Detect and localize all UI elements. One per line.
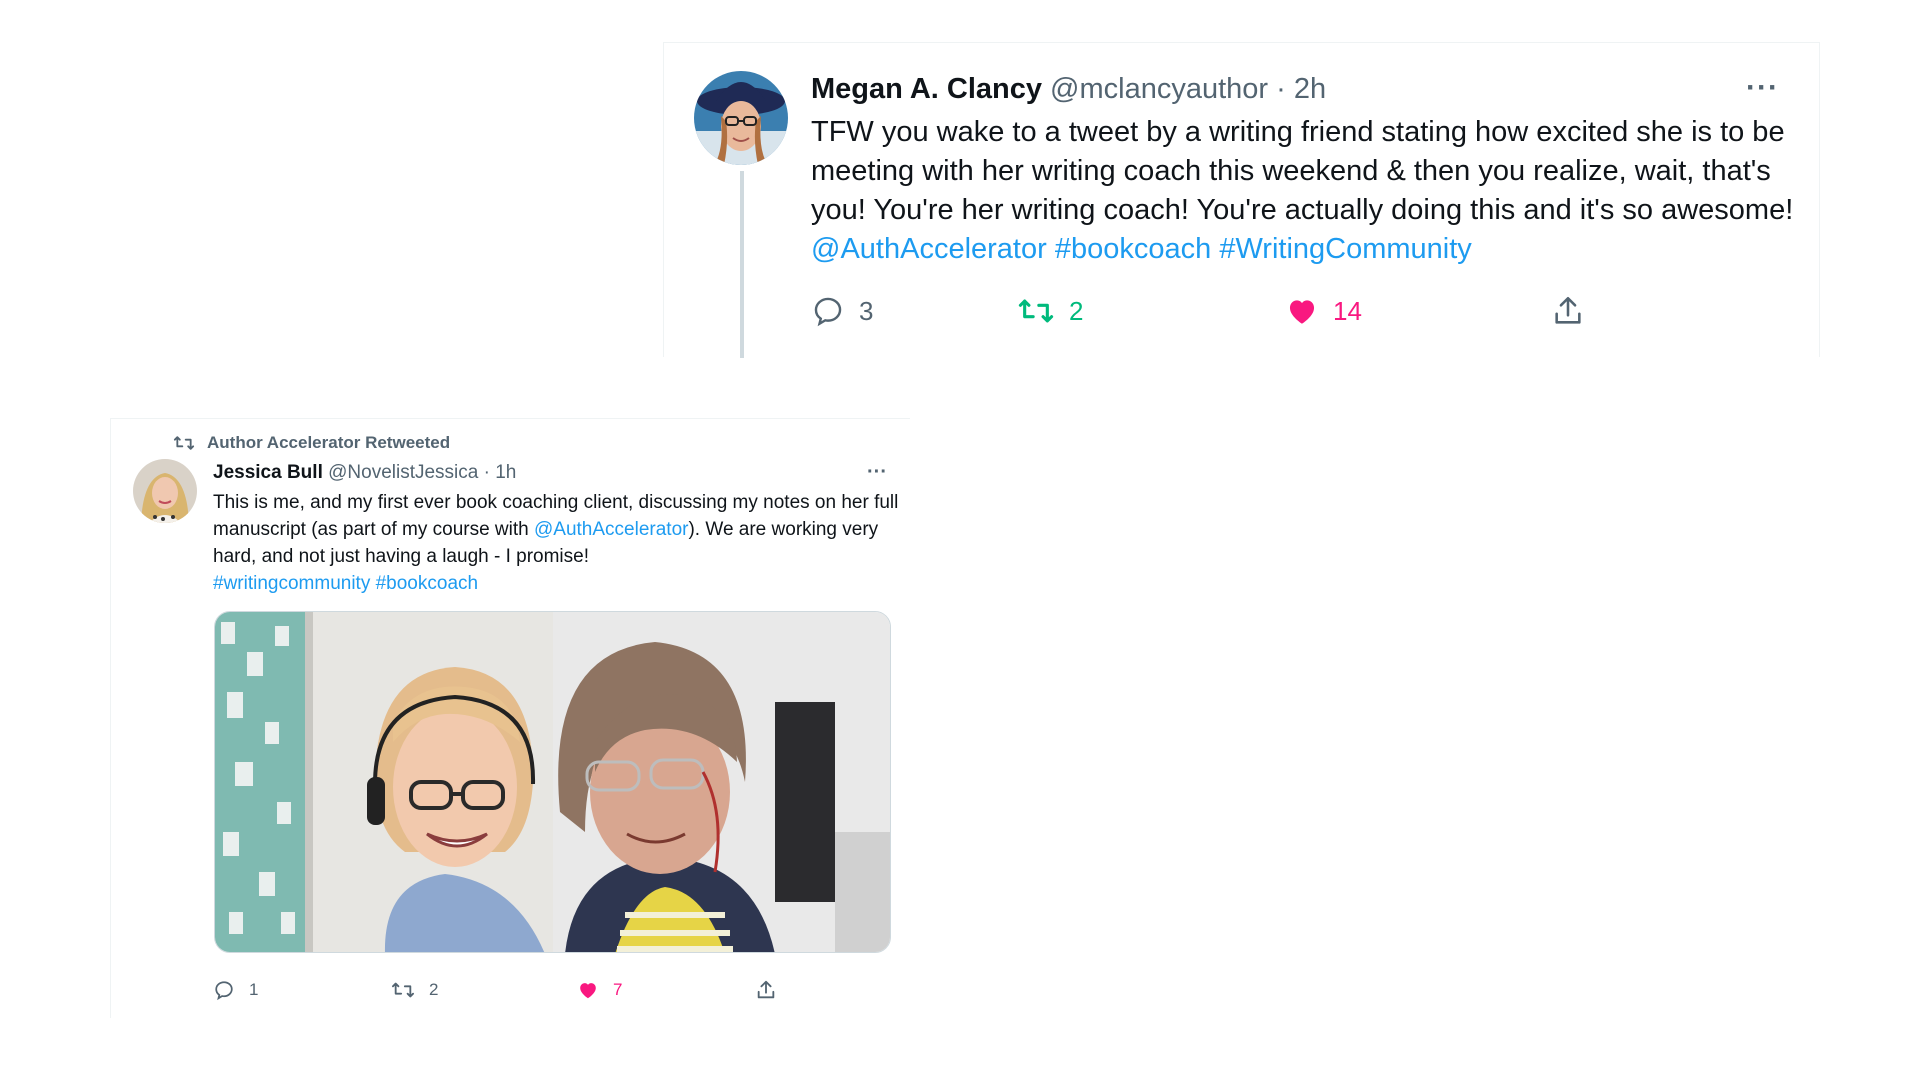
like-count: 14 — [1333, 295, 1362, 326]
timestamp[interactable]: 1h — [495, 462, 516, 483]
mention-link[interactable]: @AuthAccelerator — [811, 233, 1047, 265]
tweet-text: This is me, and my first ever book coach… — [213, 489, 903, 597]
retweet-icon — [1018, 299, 1054, 323]
share-button[interactable] — [1551, 289, 1585, 333]
tweet-header: Megan A. Clancy @mclancyauthor · 2h — [811, 71, 1326, 107]
tweet-media-photo[interactable] — [214, 611, 891, 953]
reply-icon — [814, 297, 842, 327]
reply-button[interactable]: 1 — [213, 975, 258, 1005]
thread-line — [740, 171, 744, 358]
reply-count: 3 — [859, 295, 874, 326]
tweet-jessica-bull[interactable]: Author Accelerator Retweeted Jessica Bul… — [110, 418, 910, 1018]
tweet-actions: 3 2 14 — [811, 289, 1631, 333]
like-button[interactable]: 7 — [577, 975, 622, 1005]
tweet-header: Jessica Bull @NovelistJessica · 1h — [213, 461, 516, 485]
tweet-actions: 1 2 7 — [213, 975, 813, 1005]
like-icon — [580, 983, 596, 999]
author-name[interactable]: Jessica Bull — [213, 462, 323, 483]
share-button[interactable] — [755, 975, 777, 1005]
reply-count: 1 — [249, 980, 259, 999]
mention-link[interactable]: @AuthAccelerator — [534, 519, 688, 540]
reply-icon — [215, 981, 233, 1001]
separator: · — [1276, 73, 1286, 105]
separator: · — [483, 462, 490, 483]
author-handle[interactable]: @mclancyauthor — [1050, 73, 1268, 105]
avatar-jessica[interactable] — [133, 459, 197, 523]
tweet-text-plain: TFW you wake to a tweet by a writing fri… — [811, 116, 1794, 226]
author-name[interactable]: Megan A. Clancy — [811, 73, 1042, 105]
hashtag-bookcoach[interactable]: #bookcoach — [1055, 233, 1211, 265]
like-count: 7 — [613, 980, 623, 999]
more-icon[interactable]: ··· — [867, 461, 887, 484]
retweet-button[interactable]: 2 — [391, 975, 438, 1005]
share-icon — [1555, 296, 1581, 324]
retweeted-by-text[interactable]: Author Accelerator Retweeted — [207, 433, 450, 453]
screenshot-canvas: Megan A. Clancy @mclancyauthor · 2h ··· … — [0, 0, 1920, 1080]
retweet-button[interactable]: 2 — [1017, 289, 1083, 333]
reply-button[interactable]: 3 — [811, 289, 873, 333]
like-button[interactable]: 14 — [1285, 289, 1362, 333]
retweet-icon — [391, 982, 414, 998]
hashtag-writingcommunity[interactable]: #writingcommunity — [213, 573, 370, 594]
avatar-megan[interactable] — [694, 71, 788, 165]
retweet-count: 2 — [429, 980, 439, 999]
like-icon — [1289, 300, 1315, 324]
hashtag-writingcommunity[interactable]: #WritingCommunity — [1219, 233, 1471, 265]
hashtag-bookcoach[interactable]: #bookcoach — [376, 573, 478, 594]
tweet-text: TFW you wake to a tweet by a writing fri… — [811, 113, 1801, 269]
retweeted-icon — [173, 436, 195, 450]
more-icon[interactable]: ··· — [1746, 73, 1779, 103]
timestamp[interactable]: 2h — [1294, 73, 1326, 105]
tweet-megan-clancy[interactable]: Megan A. Clancy @mclancyauthor · 2h ··· … — [663, 42, 1820, 358]
share-icon — [757, 980, 775, 999]
retweet-count: 2 — [1069, 295, 1084, 326]
author-handle[interactable]: @NovelistJessica — [328, 462, 478, 483]
retweeted-by-label: Author Accelerator Retweeted — [173, 433, 450, 453]
